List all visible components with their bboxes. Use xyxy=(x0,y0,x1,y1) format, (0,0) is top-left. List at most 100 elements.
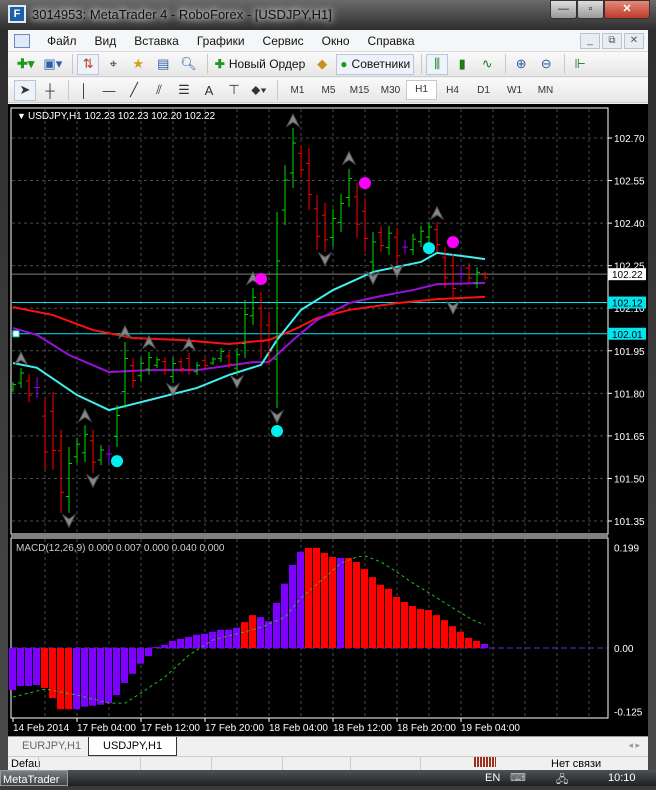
macd-histogram-bar xyxy=(481,643,488,648)
new-order-button[interactable]: ✚ Новый Ордер xyxy=(212,54,309,75)
time-tick-label: 17 Feb 20:00 xyxy=(205,723,264,734)
arrows-icon[interactable]: ⬥▾ xyxy=(248,80,270,101)
fractal-up-arrow-icon xyxy=(285,113,301,128)
fractal-up-arrow-icon xyxy=(341,150,357,166)
crosshair-icon[interactable]: ┼ xyxy=(39,80,61,101)
mdi-minimize-button[interactable]: _ xyxy=(580,33,600,49)
timeframe-mn[interactable]: MN xyxy=(530,85,561,96)
navigator-icon[interactable]: ★ xyxy=(127,54,149,75)
menu-file[interactable]: Файл xyxy=(38,34,86,48)
timeframe-m30[interactable]: M30 xyxy=(375,85,406,96)
menu-charts[interactable]: Графики xyxy=(188,34,254,48)
vertical-line-icon[interactable]: │ xyxy=(73,80,95,101)
strategy-tester-icon[interactable]: 🔍︎ xyxy=(177,54,200,75)
macd-histogram-bar xyxy=(57,648,64,710)
equidistant-channel-icon[interactable]: ⫽ xyxy=(148,80,170,101)
text-label-icon[interactable]: ⊤ xyxy=(223,80,245,101)
menu-view[interactable]: Вид xyxy=(86,34,126,48)
menu-help[interactable]: Справка xyxy=(359,34,424,48)
time-tick-label: 18 Feb 12:00 xyxy=(333,723,392,734)
sell-signal-dot-icon xyxy=(255,272,267,285)
line-chart-icon[interactable]: ∿ xyxy=(476,54,498,75)
timeframe-d1[interactable]: D1 xyxy=(468,85,499,96)
keyboard-icon[interactable]: ⌨ xyxy=(510,771,526,784)
zoom-in-icon[interactable]: ⊕ xyxy=(510,54,532,75)
status-bar: Defau Нет связи xyxy=(8,756,648,772)
trendline-icon[interactable]: ╱ xyxy=(123,80,145,101)
zoom-out-icon[interactable]: ⊖ xyxy=(535,54,557,75)
timeframe-m5[interactable]: M5 xyxy=(313,85,344,96)
drawing-toolbar: ➤ ┼ │ — ╱ ⫽ ☰ A ⊤ ⬥▾ M1 M5 M15 M30 H1 H4… xyxy=(8,78,648,103)
minimize-button[interactable]: — xyxy=(550,0,577,19)
market-watch-icon[interactable]: ⇅ xyxy=(77,53,100,75)
macd-histogram-bar xyxy=(89,648,96,706)
taskbar-app-button[interactable]: MetaTrader xyxy=(0,770,68,786)
chart-tabs: EURJPY,H1 USDJPY,H1 ◂ ▸ xyxy=(8,736,648,756)
macd-histogram-bar xyxy=(161,644,168,648)
macd-histogram-bar xyxy=(257,617,264,648)
macd-histogram-bar xyxy=(121,648,128,683)
new-order-icon: ✚ xyxy=(214,57,225,71)
timeframe-h1[interactable]: H1 xyxy=(406,80,437,100)
metaeditor-icon[interactable]: ◆ xyxy=(311,54,333,75)
menu-bar: Файл Вид Вставка Графики Сервис Окно Спр… xyxy=(8,30,648,52)
macd-histogram-bar xyxy=(361,569,368,648)
macd-histogram-bar xyxy=(73,648,80,710)
price-chart[interactable]: 102.70102.55102.40102.25102.10101.95101.… xyxy=(8,104,648,736)
new-chart-icon[interactable]: ✚▾ xyxy=(14,54,37,75)
macd-histogram-bar xyxy=(409,606,416,648)
macd-histogram-bar xyxy=(457,631,464,648)
fractal-down-arrow-icon xyxy=(269,409,285,424)
chart-window[interactable]: 102.70 102.55 102.40 102.25 102.10 101.95 101.… xyxy=(8,104,648,736)
line-anchor-handle[interactable] xyxy=(12,330,20,338)
experts-label: Советники xyxy=(351,57,411,71)
maximize-button[interactable]: ▫ xyxy=(577,0,604,19)
new-order-label: Новый Ордер xyxy=(228,57,306,71)
title-bar: F 3014953: MetaTrader 4 - RoboForex - [U… xyxy=(0,0,656,28)
mdi-restore-button[interactable]: ⧉ xyxy=(602,33,622,49)
price-tick-label: 101.50 xyxy=(614,474,645,485)
close-button[interactable]: ✕ xyxy=(604,0,650,19)
price-tick-label: 102.55 xyxy=(614,177,645,188)
terminal-icon[interactable]: ▤ xyxy=(152,54,174,75)
taskbar: MetaTrader EN ⌨ 🖧︎ 10:10 xyxy=(0,770,656,786)
text-icon[interactable]: A xyxy=(198,80,220,101)
timeframe-m1[interactable]: M1 xyxy=(282,85,313,96)
fractal-down-arrow-icon xyxy=(229,374,245,390)
price-tick-label: 101.95 xyxy=(614,347,645,358)
tab-usdjpy[interactable]: USDJPY,H1 xyxy=(88,737,178,756)
menu-insert[interactable]: Вставка xyxy=(125,34,188,48)
chart-document-icon[interactable] xyxy=(14,33,30,48)
macd-histogram-bar xyxy=(401,601,408,648)
profiles-icon[interactable]: ▣▾ xyxy=(40,54,65,75)
chart-menu-triangle-icon[interactable]: ▼ xyxy=(17,111,26,121)
standard-toolbar: ✚▾ ▣▾ ⇅ ⌖ ★ ▤ 🔍︎ ✚ Новый Ордер ◆ ● Советни… xyxy=(8,52,648,77)
macd-histogram-bar xyxy=(473,640,480,648)
mdi-close-button[interactable]: ✕ xyxy=(624,33,644,49)
timeframe-h4[interactable]: H4 xyxy=(437,85,468,96)
tab-eurjpy[interactable]: EURJPY,H1 xyxy=(8,737,95,756)
data-window-icon[interactable]: ⌖ xyxy=(102,54,124,75)
timeframe-w1[interactable]: W1 xyxy=(499,85,530,96)
network-icon[interactable]: 🖧︎ xyxy=(556,771,568,790)
fibonacci-icon[interactable]: ☰ xyxy=(173,80,195,101)
language-indicator[interactable]: EN xyxy=(485,772,500,784)
macd-histogram-bar xyxy=(185,636,192,648)
menu-tools[interactable]: Сервис xyxy=(254,34,313,48)
timeframe-m15[interactable]: M15 xyxy=(344,85,375,96)
macd-histogram-bar xyxy=(201,633,208,648)
menu-window[interactable]: Окно xyxy=(313,34,359,48)
tab-scroll-arrows[interactable]: ◂ ▸ xyxy=(628,740,640,751)
bar-chart-icon[interactable]: ⫼ xyxy=(426,53,449,75)
fractal-down-arrow-icon xyxy=(85,473,101,489)
macd-histogram-bar xyxy=(193,634,200,648)
fractal-up-arrow-icon xyxy=(77,408,93,423)
buy-signal-dot-icon xyxy=(271,425,283,438)
cursor-icon[interactable]: ➤ xyxy=(14,79,36,101)
tile-windows-icon[interactable]: ⊩ xyxy=(569,54,591,75)
candlestick-icon[interactable]: ▮ xyxy=(451,54,473,75)
macd-histogram-bar xyxy=(313,547,320,648)
horizontal-line-icon[interactable]: — xyxy=(98,80,120,101)
macd-histogram-bar xyxy=(281,583,288,648)
experts-button[interactable]: ● Советники xyxy=(336,53,415,75)
